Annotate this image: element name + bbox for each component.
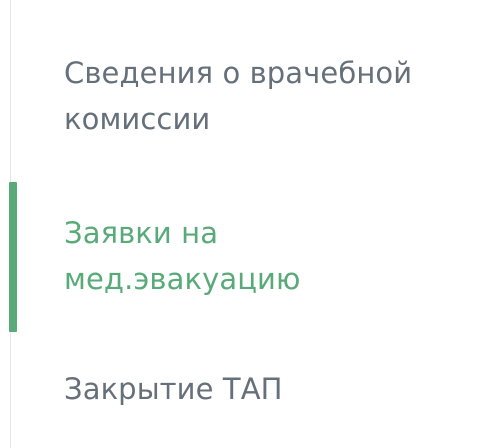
- nav-item-label-line-1: Закрытие ТАП: [64, 372, 283, 406]
- nav-item-label-line-2: комиссии: [64, 102, 211, 136]
- side-navigation: Сведения о врачебной комиссии Заявки на …: [0, 0, 481, 448]
- nav-item-medical-commission-info[interactable]: Сведения о врачебной комиссии: [64, 50, 474, 142]
- active-item-indicator: [9, 182, 17, 332]
- nav-item-label-line-1: Сведения о врачебной: [64, 56, 413, 90]
- nav-item-label-line-2: мед.эвакуацию: [64, 262, 301, 296]
- nav-item-close-tap[interactable]: Закрытие ТАП: [64, 366, 474, 412]
- nav-item-medical-evacuation-requests[interactable]: Заявки на мед.эвакуацию: [64, 210, 474, 302]
- nav-item-label-line-1: Заявки на: [64, 216, 219, 250]
